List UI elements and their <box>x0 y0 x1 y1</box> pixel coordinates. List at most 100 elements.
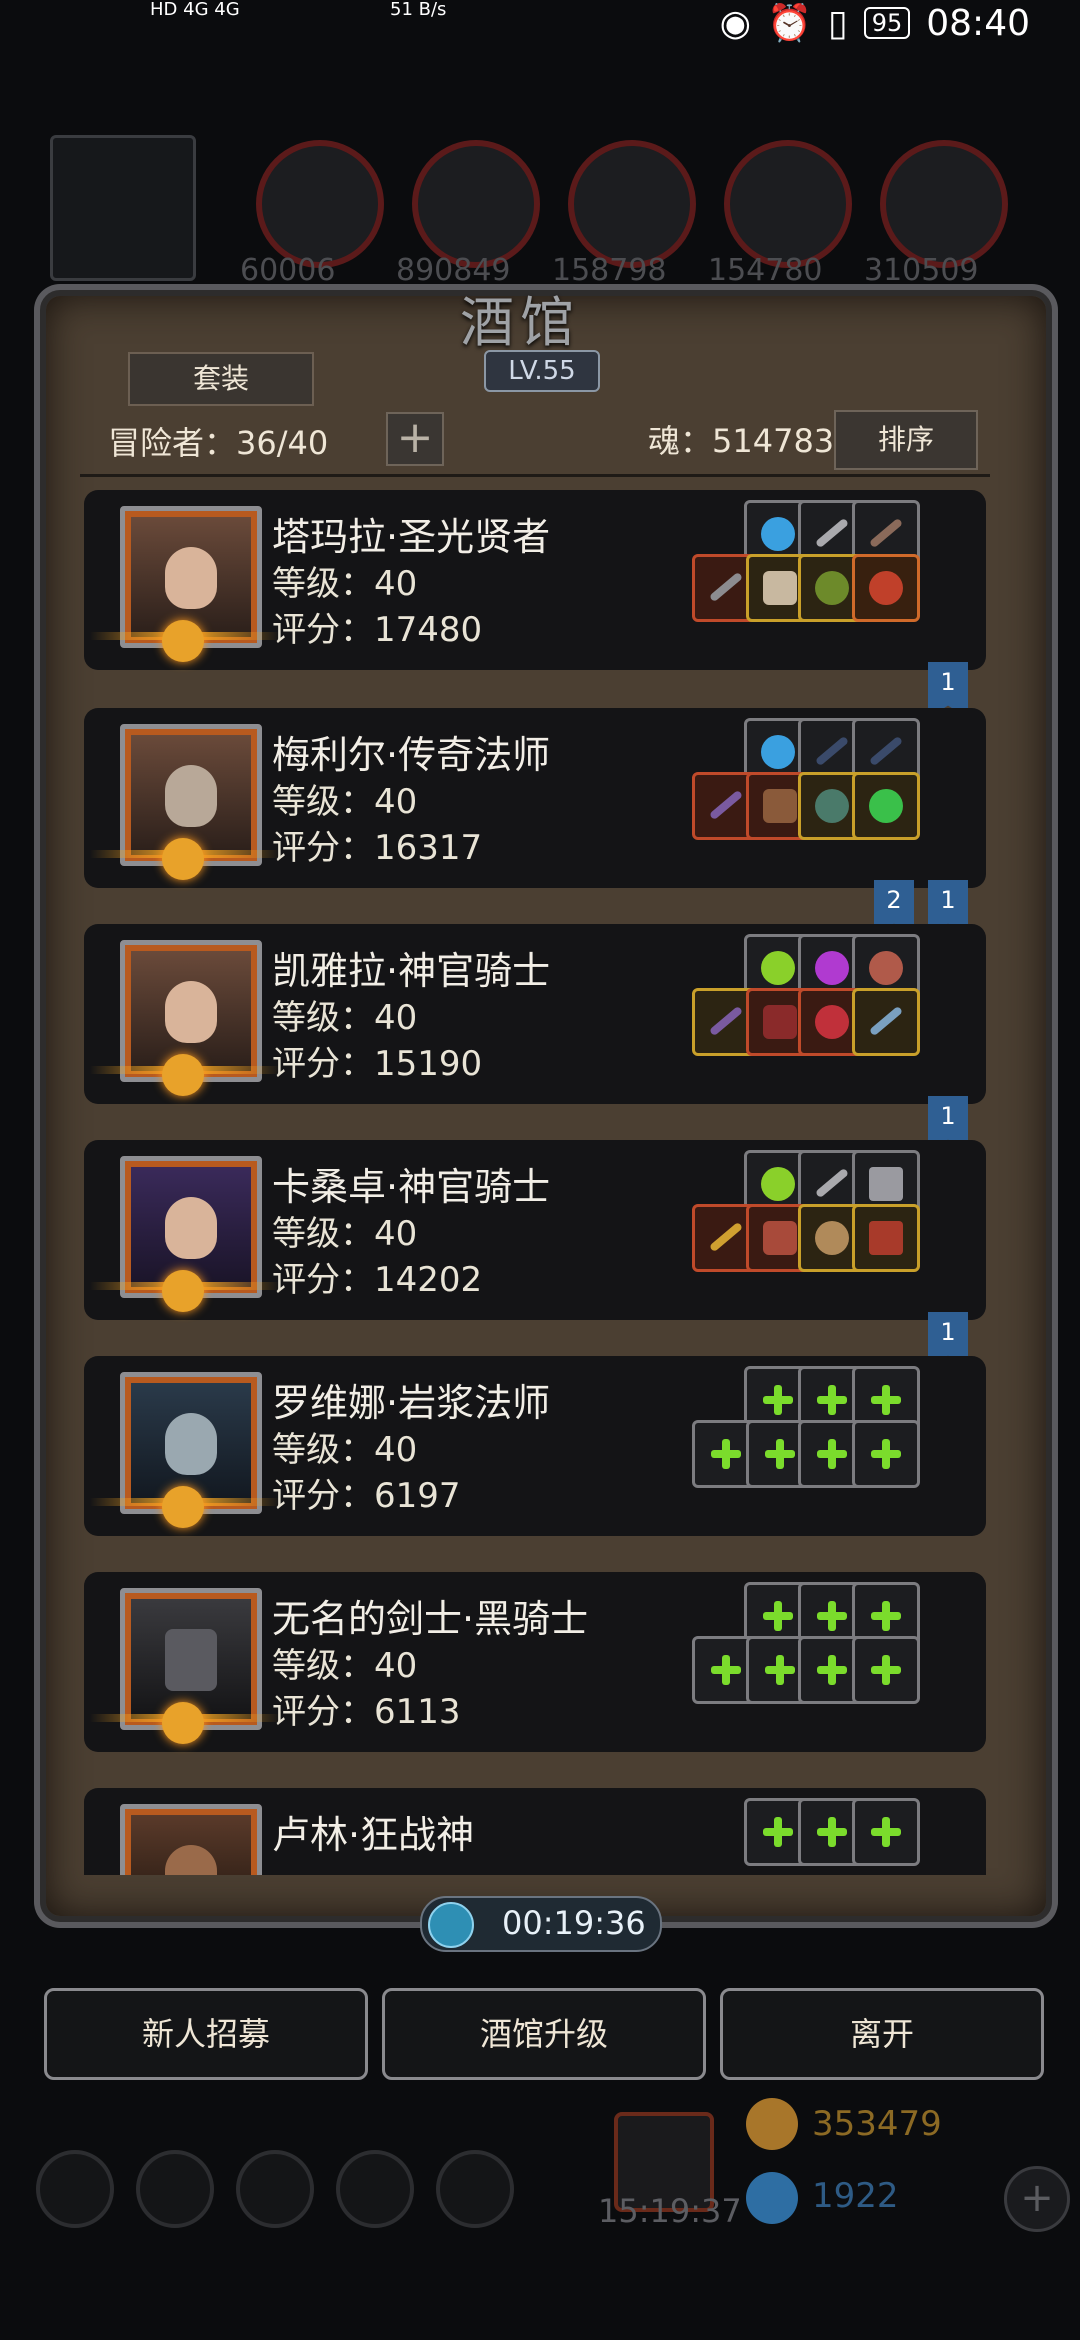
add-icon <box>817 1817 847 1847</box>
add-icon <box>763 1817 793 1847</box>
add-icon <box>711 1439 741 1469</box>
divider <box>80 474 990 477</box>
weapon-icon <box>708 789 744 821</box>
add-icon <box>871 1817 901 1847</box>
suit-button[interactable]: 套装 <box>128 352 314 406</box>
bag-icon[interactable] <box>436 2150 514 2228</box>
avatar-face <box>165 1413 217 1475</box>
hero-row[interactable]: 无名的剑士·黑骑士 等级：40 评分：6113 <box>84 1572 986 1752</box>
avatar-image <box>131 1167 251 1287</box>
add-slot-button[interactable]: + <box>386 412 444 466</box>
add-currency-button[interactable]: + <box>1004 2166 1070 2232</box>
avatar-face <box>165 1629 217 1691</box>
equip-slot-bracer[interactable] <box>852 1204 920 1272</box>
blade-icon <box>814 517 850 549</box>
hero-level: 等级：40 <box>272 1430 418 1470</box>
upgrade-tavern-button[interactable]: 酒馆升级 <box>382 1988 706 2080</box>
hero-level: 等级：40 <box>272 564 418 604</box>
add-icon <box>871 1601 901 1631</box>
scepter-icon <box>868 1005 904 1037</box>
hero-score: 评分：15190 <box>272 1044 483 1084</box>
resource-value: 154780 <box>708 253 823 288</box>
diamond-amount: 1922 <box>812 2176 899 2216</box>
rank-medal-icon <box>162 1054 204 1096</box>
hammer-icon <box>708 571 744 603</box>
spear-icon <box>708 1005 744 1037</box>
hero-row[interactable]: 梅利尔·传奇法师 等级：40 评分：16317 <box>84 708 986 888</box>
orb-icon <box>761 517 795 551</box>
gift-timer: 15:19:37 <box>598 2192 742 2230</box>
resource-value: 310509 <box>864 253 979 288</box>
dungeon-icon[interactable] <box>236 2150 314 2228</box>
hero-row[interactable]: 卡桑卓·神官骑士 等级：40 评分：14202 <box>84 1140 986 1320</box>
hero-name: 塔玛拉·圣光贤者 <box>272 515 551 559</box>
hero-level: 等级：40 <box>272 998 418 1038</box>
hero-score: 评分：6197 <box>272 1476 461 1516</box>
blade-icon <box>814 1167 850 1199</box>
settings-icon[interactable] <box>36 2150 114 2228</box>
equip-slot-empty[interactable] <box>852 1798 920 1866</box>
hero-row[interactable]: 凯雅拉·神官骑士 等级：40 评分：15190 <box>84 924 986 1104</box>
recruit-button[interactable]: 新人招募 <box>44 1988 368 2080</box>
orb-icon <box>761 735 795 769</box>
hero-list[interactable]: 塔玛拉·圣光贤者 等级：40 评分：17480 1 梅利尔·传奇法师 等级：40… <box>84 490 986 1875</box>
rank-medal-icon <box>162 1270 204 1312</box>
add-icon <box>765 1439 795 1469</box>
cloak-icon <box>763 1005 797 1039</box>
hero-score: 评分：14202 <box>272 1260 483 1300</box>
armor-icon <box>763 1221 797 1255</box>
hero-name: 罗维娜·岩浆法师 <box>272 1381 551 1425</box>
tavern-level-badge: LV.55 <box>484 350 600 392</box>
player-portrait[interactable] <box>50 135 196 281</box>
purple-crystal-icon <box>815 951 849 985</box>
rank-medal-icon <box>162 1702 204 1744</box>
resource-crystal-icon <box>724 140 852 268</box>
resource-value: 60006 <box>240 253 336 288</box>
adventurer-count: 冒险者：36/40 <box>108 424 329 462</box>
rank-medal-icon <box>162 1486 204 1528</box>
rank-medal-icon <box>162 838 204 880</box>
hero-row[interactable]: 罗维娜·岩浆法师 等级：40 评分：6197 <box>84 1356 986 1536</box>
hero-name: 梅利尔·传奇法师 <box>272 733 551 777</box>
network-label: HD 4G 4G <box>150 0 240 20</box>
equip-slot-scepter[interactable] <box>852 988 920 1056</box>
hero-name: 卢林·狂战神 <box>272 1813 475 1857</box>
hero-level: 等级：40 <box>272 1646 418 1686</box>
network-indicator: HD 4G 4G <box>150 0 240 20</box>
alarm-icon: ⏰ <box>767 3 812 44</box>
clock-icon <box>428 1902 474 1948</box>
gold-amount: 353479 <box>812 2104 942 2144</box>
hero-level: 等级：40 <box>272 1214 418 1254</box>
mail-icon[interactable] <box>336 2150 414 2228</box>
wand-icon <box>868 735 904 767</box>
vibrate-icon: ▯ <box>827 2 848 44</box>
hero-row[interactable]: 卢林·狂战神 <box>84 1788 986 1875</box>
leave-button[interactable]: 离开 <box>720 1988 1044 2080</box>
staff-icon <box>814 735 850 767</box>
equip-slot-empty[interactable] <box>852 1636 920 1704</box>
equip-slot-gem[interactable] <box>852 772 920 840</box>
hero-row[interactable]: 塔玛拉·圣光贤者 等级：40 评分：17480 <box>84 490 986 670</box>
refresh-timer: 00:19:36 <box>420 1896 662 1952</box>
status-bar: HD 4G 4G 51 B/s ◉ ⏰ ▯ 95 08:40 <box>0 0 1080 60</box>
hero-score: 评分：16317 <box>272 828 483 868</box>
amulet-icon <box>815 571 849 605</box>
hero-name: 无名的剑士·黑骑士 <box>272 1597 589 1641</box>
soul-count: 魂：514783 <box>648 422 835 460</box>
avatar-image <box>131 1599 251 1719</box>
hero-level: 等级：40 <box>272 782 418 822</box>
gold-coin-icon <box>746 2098 798 2150</box>
add-icon <box>871 1655 901 1685</box>
hero-name: 卡桑卓·神官骑士 <box>272 1165 551 1209</box>
resource-wood-icon <box>412 140 540 268</box>
equip-slot-empty[interactable] <box>852 1420 920 1488</box>
emblem-icon <box>869 1167 903 1201</box>
sort-button[interactable]: 排序 <box>834 410 978 470</box>
avatar-image <box>131 517 251 637</box>
add-icon <box>871 1385 901 1415</box>
quill-icon <box>868 517 904 549</box>
pentagram-icon[interactable] <box>136 2150 214 2228</box>
equip-slot-medal[interactable] <box>852 554 920 622</box>
hero-avatar[interactable] <box>120 1804 262 1875</box>
add-icon <box>871 1439 901 1469</box>
